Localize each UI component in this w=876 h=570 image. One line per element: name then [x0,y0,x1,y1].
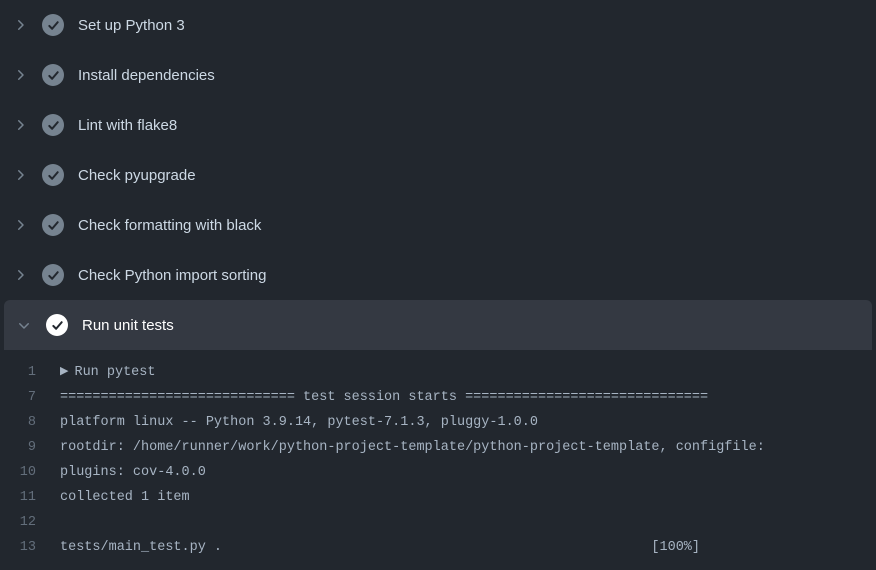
line-content: tests/main_test.py . [100%] [60,535,876,560]
step-row[interactable]: Run unit tests [4,300,872,350]
run-command-line[interactable]: ▶ Run pytest [60,360,876,385]
log-line[interactable]: 8platform linux -- Python 3.9.14, pytest… [0,410,876,435]
step-title: Check formatting with black [78,217,261,234]
chevron-right-icon[interactable] [12,117,28,133]
line-number: 1 [0,360,60,385]
step-title: Check Python import sorting [78,267,266,284]
line-number: 11 [0,485,60,510]
step-row[interactable]: Lint with flake8 [0,100,876,150]
line-number: 7 [0,385,60,410]
log-output: 1 ▶ Run pytest 7========================… [0,350,876,570]
line-number: 9 [0,435,60,460]
step-title: Run unit tests [82,317,174,334]
expand-triangle-icon[interactable]: ▶ [60,360,68,385]
line-number: 10 [0,460,60,485]
chevron-right-icon[interactable] [12,217,28,233]
chevron-right-icon[interactable] [12,167,28,183]
line-content [60,510,876,535]
line-number: 8 [0,410,60,435]
step-row[interactable]: Check formatting with black [0,200,876,250]
check-circle-icon [42,14,64,36]
run-command-text: Run pytest [74,360,155,385]
chevron-right-icon[interactable] [12,17,28,33]
check-circle-icon [42,114,64,136]
step-title: Lint with flake8 [78,117,177,134]
check-circle-icon [42,214,64,236]
check-circle-icon [42,264,64,286]
log-line[interactable]: 1 ▶ Run pytest [0,360,876,385]
chevron-right-icon[interactable] [12,67,28,83]
line-number: 13 [0,535,60,560]
step-row[interactable]: Install dependencies [0,50,876,100]
line-content: platform linux -- Python 3.9.14, pytest-… [60,410,876,435]
line-number: 12 [0,510,60,535]
chevron-right-icon[interactable] [12,267,28,283]
line-content: rootdir: /home/runner/work/python-projec… [60,435,876,460]
line-content: plugins: cov-4.0.0 [60,460,876,485]
check-circle-icon [42,164,64,186]
log-line[interactable]: 10plugins: cov-4.0.0 [0,460,876,485]
check-circle-icon [42,64,64,86]
step-title: Check pyupgrade [78,167,196,184]
line-content: collected 1 item [60,485,876,510]
log-line[interactable]: 12 [0,510,876,535]
step-row[interactable]: Check pyupgrade [0,150,876,200]
line-content: ============================= test sessi… [60,385,876,410]
log-line[interactable]: 7============================= test sess… [0,385,876,410]
step-row[interactable]: Check Python import sorting [0,250,876,300]
step-title: Install dependencies [78,67,215,84]
log-line[interactable]: 9rootdir: /home/runner/work/python-proje… [0,435,876,460]
log-line[interactable]: 11collected 1 item [0,485,876,510]
chevron-down-icon[interactable] [16,317,32,333]
check-circle-icon [46,314,68,336]
step-row[interactable]: Set up Python 3 [0,0,876,50]
log-line[interactable]: 13tests/main_test.py . [100%] [0,535,876,560]
step-title: Set up Python 3 [78,17,185,34]
